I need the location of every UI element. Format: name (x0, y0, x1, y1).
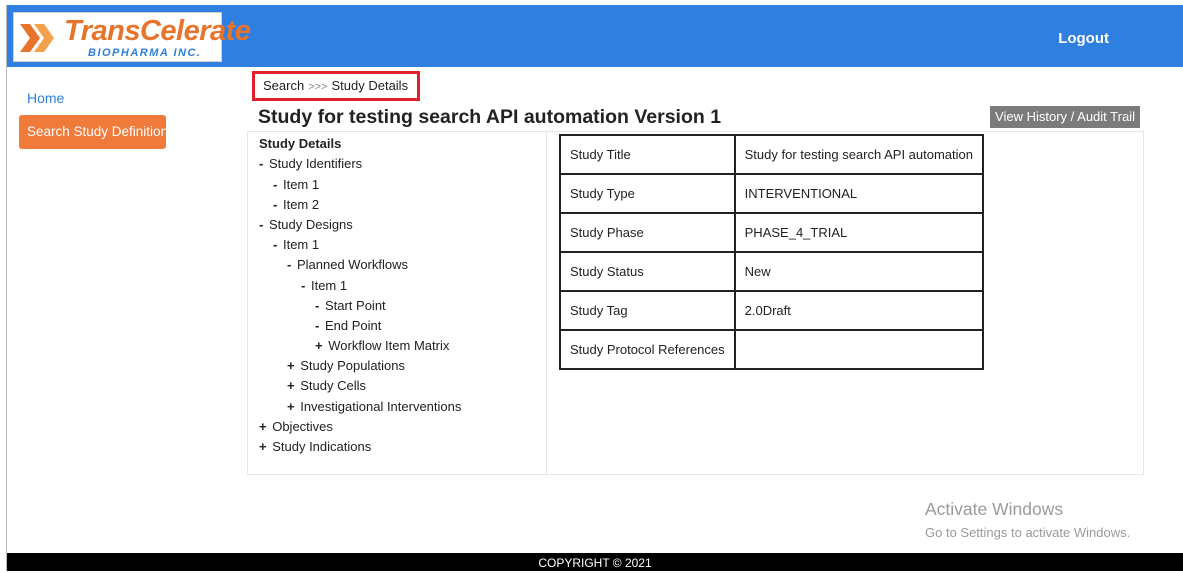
tree-node-workflow-item-matrix[interactable]: + Workflow Item Matrix (315, 338, 449, 353)
breadcrumb-separator: >>> (308, 81, 328, 93)
tree-root-study-details[interactable]: Study Details (259, 136, 341, 151)
tree-node-study-identifiers[interactable]: - Study Identifiers (259, 156, 362, 171)
windows-activation-watermark: Activate Windows Go to Settings to activ… (925, 499, 1130, 540)
tree-node-label: Workflow Item Matrix (328, 338, 450, 353)
tree-node-objectives[interactable]: + Objectives (259, 419, 333, 434)
collapse-icon: - (273, 197, 278, 212)
tree-node-label: Study Designs (268, 217, 353, 232)
expand-icon: + (287, 399, 295, 414)
tree-node-label: Planned Workflows (296, 257, 409, 272)
tree-node-start-point[interactable]: - Start Point (315, 298, 386, 313)
tree-node-label: Item 1 (282, 237, 320, 252)
logo-title: TransCelerate (64, 15, 251, 47)
tree-node-label: Study Identifiers (268, 156, 363, 171)
detail-value (733, 329, 985, 370)
collapse-icon: - (273, 177, 278, 192)
collapse-icon: - (273, 237, 278, 252)
tree-node-planned-workflows[interactable]: - Planned Workflows (287, 257, 408, 272)
tree-node-label: Item 1 (310, 278, 348, 293)
chevron-logo-icon (20, 24, 54, 52)
breadcrumb: Search >>> Study Details (252, 71, 420, 101)
tree-node-workflow-item-1[interactable]: - Item 1 (301, 278, 347, 293)
tree-node-study-designs[interactable]: - Study Designs (259, 217, 353, 232)
detail-key: Study Status (559, 251, 736, 292)
footer: COPYRIGHT © 2021 (7, 553, 1183, 571)
detail-key: Study Tag (559, 290, 736, 331)
tree-node-label: Investigational Interventions (300, 399, 462, 414)
tree-node-study-indications[interactable]: + Study Indications (259, 439, 371, 454)
table-row: Study Phase PHASE_4_TRIAL (559, 212, 985, 253)
tree-node-study-cells[interactable]: + Study Cells (287, 378, 366, 393)
detail-key: Study Type (559, 173, 736, 214)
table-row: Study Tag 2.0Draft (559, 290, 985, 331)
collapse-icon: - (287, 257, 292, 272)
breadcrumb-item-study-details: Study Details (331, 78, 409, 93)
tree-node-label: Study Indications (272, 439, 372, 454)
expand-icon: + (315, 338, 323, 353)
expand-icon: + (287, 358, 295, 373)
detail-value: PHASE_4_TRIAL (733, 212, 985, 253)
tree-node-label: Start Point (324, 298, 386, 313)
expand-icon: + (259, 439, 267, 454)
detail-key: Study Protocol References (559, 329, 736, 370)
breadcrumb-item-search[interactable]: Search (263, 78, 304, 93)
expand-icon: + (259, 419, 267, 434)
table-row: Study Title Study for testing search API … (559, 134, 985, 175)
detail-key: Study Phase (559, 212, 736, 253)
tree-node-end-point[interactable]: - End Point (315, 318, 381, 333)
tree-node-label: Item 1 (282, 177, 320, 192)
tree-node-study-populations[interactable]: + Study Populations (287, 358, 405, 373)
tree-node-label: Study Cells (300, 378, 366, 393)
watermark-subtitle: Go to Settings to activate Windows. (925, 525, 1131, 540)
tree-node-investigational-interventions[interactable]: + Investigational Interventions (287, 399, 461, 414)
table-row: Study Status New (559, 251, 985, 292)
tree-node-identifier-item-1[interactable]: - Item 1 (273, 177, 319, 192)
app-header: TransCelerate BIOPHARMA INC. Logout (7, 5, 1183, 67)
expand-icon: + (287, 378, 295, 393)
collapse-icon: - (259, 156, 264, 171)
copyright-text: COPYRIGHT © 2021 (538, 556, 652, 570)
tree-node-design-item-1[interactable]: - Item 1 (273, 237, 319, 252)
detail-value: New (733, 251, 985, 292)
app-frame: TransCelerate BIOPHARMA INC. Logout Home… (7, 5, 1183, 571)
collapse-icon: - (259, 217, 264, 232)
panel-divider (546, 132, 547, 474)
collapse-icon: - (315, 298, 320, 313)
tree-node-label: Study Populations (300, 358, 406, 373)
tree-node-label: Objectives (272, 419, 333, 434)
nav-home-link[interactable]: Home (27, 90, 64, 106)
table-row: Study Protocol References (559, 329, 985, 370)
detail-value: Study for testing search API automation (733, 134, 985, 175)
detail-key: Study Title (559, 134, 736, 175)
collapse-icon: - (315, 318, 320, 333)
nav-search-study-definitions-button[interactable]: Search Study Definitions (19, 115, 166, 149)
study-details-panel: Study Details - Study Identifiers - Item… (247, 131, 1144, 475)
view-history-audit-trail-button[interactable]: View History / Audit Trail (990, 106, 1140, 128)
page-title: Study for testing search API automation … (258, 106, 722, 128)
logo[interactable]: TransCelerate BIOPHARMA INC. (13, 12, 251, 62)
watermark-title: Activate Windows (925, 499, 1064, 519)
table-row: Study Type INTERVENTIONAL (559, 173, 985, 214)
logout-link[interactable]: Logout (1058, 30, 1109, 47)
study-details-table: Study Title Study for testing search API … (559, 134, 985, 370)
detail-value: INTERVENTIONAL (733, 173, 985, 214)
tree-node-label: End Point (324, 318, 382, 333)
tree-node-label: Item 2 (282, 197, 320, 212)
detail-value: 2.0Draft (733, 290, 985, 331)
logo-subtitle: BIOPHARMA INC. (88, 47, 202, 59)
collapse-icon: - (301, 278, 306, 293)
tree-node-identifier-item-2[interactable]: - Item 2 (273, 197, 319, 212)
